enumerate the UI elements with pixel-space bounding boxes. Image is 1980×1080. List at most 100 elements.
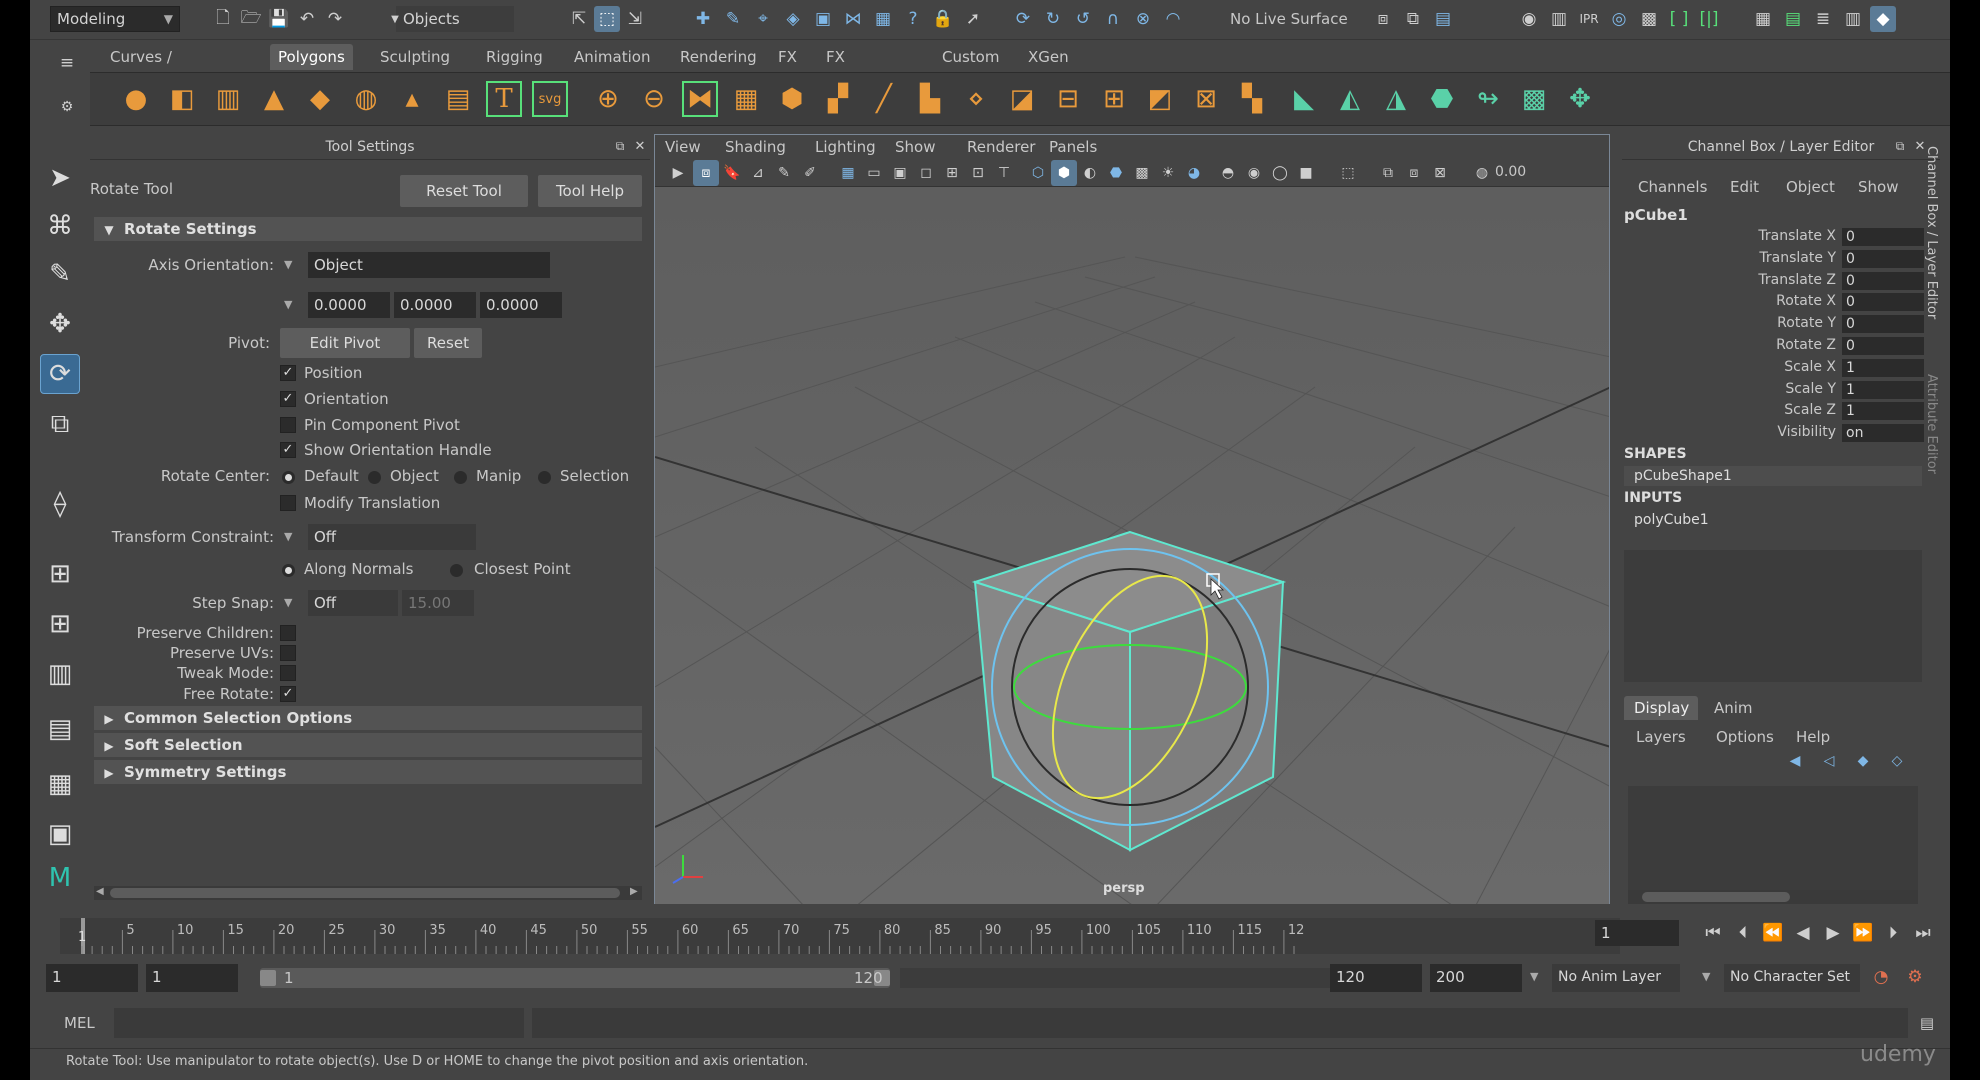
channel-row[interactable]: Rotate Z 0 [1622, 337, 1940, 357]
poly-cube-icon[interactable]: ◧ [164, 81, 200, 117]
menu-options[interactable]: Options [1716, 728, 1774, 746]
range-slider[interactable] [260, 968, 890, 988]
output-ops-icon[interactable]: ↺ [1070, 6, 1096, 32]
poly-pyramid-icon[interactable]: ▴ [394, 81, 430, 117]
xray-icon[interactable]: ⧉ [1375, 160, 1401, 186]
common-selection-section[interactable]: ▶ Common Selection Options [94, 706, 642, 730]
rc-manip-radio[interactable] [454, 471, 467, 484]
tool-help-button[interactable]: Tool Help [538, 175, 642, 207]
go-to-start-icon[interactable]: ⏮ [1700, 920, 1726, 946]
rotate-settings-section[interactable]: ▼ Rotate Settings [94, 217, 642, 241]
ipr-render-icon[interactable]: ▤ [1430, 6, 1456, 32]
menu-object[interactable]: Object [1786, 178, 1835, 196]
new-scene-icon[interactable]: 🗋 [210, 6, 236, 32]
channel-value[interactable]: 1 [1842, 380, 1924, 399]
snap-point-icon[interactable]: ⌖ [750, 6, 776, 32]
graph-layout-icon[interactable]: ▦ [40, 764, 80, 804]
channel-row[interactable]: Scale Z 1 [1622, 402, 1940, 422]
preserve-uvs-checkbox[interactable] [280, 645, 296, 661]
step-forward-frame-icon[interactable]: ⏩ [1850, 920, 1876, 946]
channel-value[interactable]: 0 [1842, 249, 1924, 268]
poly-plane-icon[interactable]: ◆ [302, 81, 338, 117]
extrude-icon[interactable]: ⬢ [774, 81, 810, 117]
planar-uv-icon[interactable]: ◣ [1286, 81, 1322, 117]
poly-cylinder-icon[interactable]: ▥ [210, 81, 246, 117]
tab-fx[interactable]: FX [770, 44, 805, 70]
reset-pivot-button[interactable]: Reset [414, 328, 482, 358]
move-layer-up-icon[interactable]: ◆ [1850, 748, 1876, 774]
channel-value[interactable]: 1 [1842, 358, 1924, 377]
step-back-key-icon[interactable]: ⏴ [1730, 920, 1756, 946]
snap-curve-icon[interactable]: ✎ [720, 6, 746, 32]
position-checkbox[interactable]: ✓ [280, 365, 296, 381]
xray-joints-icon[interactable]: ⊠ [1427, 160, 1453, 186]
menu-show[interactable]: Show [1858, 178, 1898, 196]
move-tool-icon[interactable]: ✥ [40, 304, 80, 344]
channel-name[interactable]: Rotate Z [1776, 337, 1836, 353]
reset-tool-button[interactable]: Reset Tool [400, 175, 528, 207]
channel-name[interactable]: Rotate X [1776, 293, 1836, 309]
playback-start-field[interactable]: 1 [146, 964, 238, 992]
fill-hole-icon[interactable]: ◪ [1004, 81, 1040, 117]
channel-name[interactable]: Translate Z [1758, 272, 1836, 288]
wireframe-icon[interactable]: ⬡ [1025, 160, 1051, 186]
undo-icon[interactable]: ↶ [294, 6, 320, 32]
cylindrical-uv-icon[interactable]: ◭ [1332, 81, 1368, 117]
separate-icon[interactable]: ⊖ [636, 81, 672, 117]
image-plane-icon[interactable]: ⊿ [745, 160, 771, 186]
target-weld-icon[interactable]: ◩ [1142, 81, 1178, 117]
menu-renderer[interactable]: Renderer [967, 138, 1035, 156]
edit-pivot-button[interactable]: Edit Pivot [280, 328, 410, 358]
show-orientation-handle-checkbox[interactable]: ✓ [280, 442, 296, 458]
auto-key-icon[interactable]: ◔ [1868, 964, 1894, 990]
scrollbar-thumb[interactable] [110, 888, 620, 898]
tab-custom[interactable]: Custom [934, 44, 1007, 70]
symmetry-settings-section[interactable]: ▶ Symmetry Settings [94, 760, 642, 784]
menu-view[interactable]: View [665, 138, 701, 156]
channel-value[interactable]: 0 [1842, 337, 1924, 355]
input-ops-icon[interactable]: ↻ [1040, 6, 1066, 32]
live-surface-label[interactable]: No Live Surface [1230, 10, 1348, 28]
shelf-settings-icon[interactable]: ⚙ [54, 94, 80, 120]
smooth-shade-icon[interactable]: ⬢ [1051, 160, 1077, 186]
open-scene-icon[interactable]: 🗁 [238, 6, 264, 32]
play-forwards-icon[interactable]: ▶ [1820, 920, 1846, 946]
field-chart-icon[interactable]: ⊞ [939, 160, 965, 186]
tool-settings-scrollbar[interactable]: ◀ ▶ [94, 886, 642, 900]
channel-row[interactable]: Visibility on [1622, 424, 1940, 444]
snap-surface-icon[interactable]: ▣ [810, 6, 836, 32]
xray-active-icon[interactable]: ⧈ [1401, 160, 1427, 186]
tab-anim[interactable]: Anim [1714, 699, 1753, 717]
along-normals-radio[interactable] [282, 564, 295, 577]
channel-value[interactable]: 0 [1842, 271, 1924, 290]
range-start-handle[interactable] [260, 970, 276, 986]
scale-tool-icon[interactable]: ⧉ [40, 404, 80, 444]
attribute-editor-side-tab[interactable]: Attribute Editor [1924, 374, 1939, 474]
pin-component-pivot-checkbox[interactable] [280, 417, 296, 433]
tab-sculpting[interactable]: Sculpting [372, 44, 458, 70]
paint-select-tool-icon[interactable]: ✎ [40, 254, 80, 294]
playback-end-field[interactable]: 120 [1330, 964, 1422, 992]
bookmark-icon[interactable]: 🔖 [719, 160, 745, 186]
soft-select-icon[interactable]: ◠ [1160, 6, 1186, 32]
new-layer-selected-icon[interactable]: ◀ [1782, 748, 1808, 774]
uv-toolkit-icon[interactable]: ✥ [1562, 81, 1598, 117]
channel-name[interactable]: Scale X [1784, 359, 1836, 375]
bridge-icon[interactable]: ▞ [820, 81, 856, 117]
tab-animation[interactable]: Animation [566, 44, 658, 70]
shelf-menu-icon[interactable]: ≡ [54, 50, 80, 76]
mirror-icon[interactable]: ⧓ [682, 81, 718, 117]
tab-fx-caching[interactable]: FX Caching [818, 44, 895, 92]
step-snap-amount-field[interactable]: 15.00 [402, 590, 474, 616]
bevel-icon[interactable]: ╱ [866, 81, 902, 117]
camera-attributes-icon[interactable]: ⧈ [693, 160, 719, 186]
script-editor-icon[interactable]: ▤ [1914, 1010, 1940, 1036]
grid-icon[interactable]: ▦ [835, 160, 861, 186]
rc-object-radio[interactable] [368, 471, 381, 484]
channel-row[interactable]: Rotate Y 0 [1622, 315, 1940, 335]
four-pane-layout-icon[interactable]: ⊞ [40, 604, 80, 644]
channel-row[interactable]: Translate Z 0 [1622, 271, 1940, 292]
select-tool-icon[interactable]: ➤ [40, 158, 80, 198]
viewport-persp[interactable]: View Shading Lighting Show Renderer Pane… [654, 134, 1610, 906]
save-scene-icon[interactable]: 💾 [266, 6, 292, 32]
